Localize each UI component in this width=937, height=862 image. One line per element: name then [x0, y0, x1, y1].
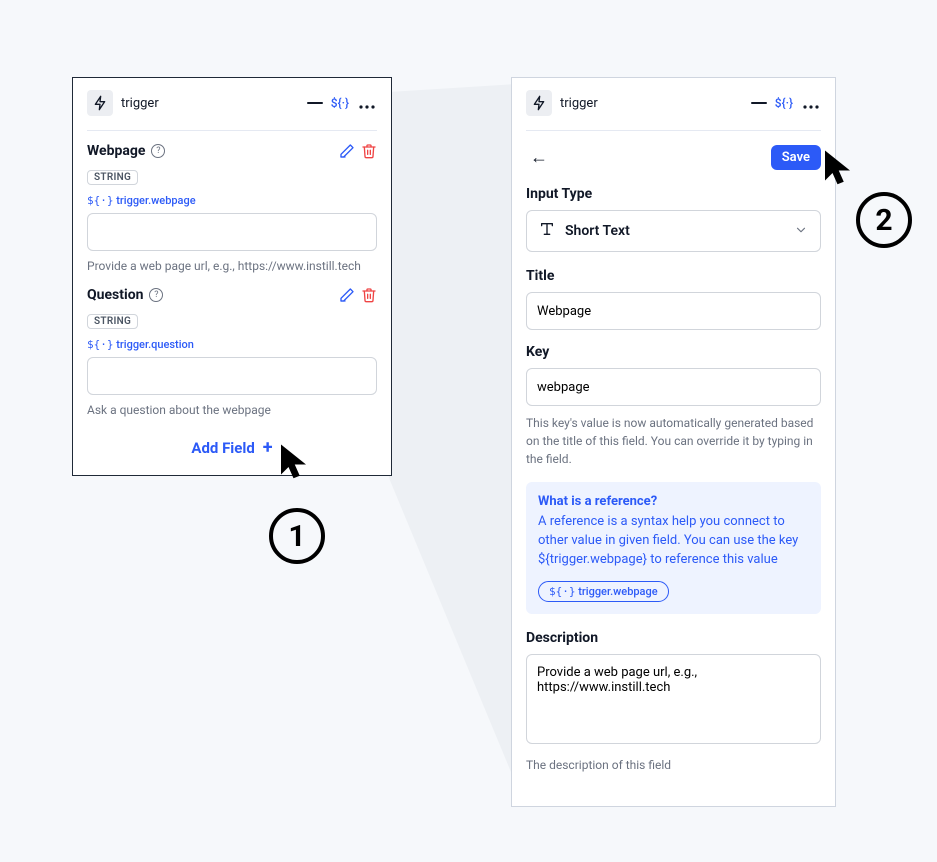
reference-info-box: What is a reference? A reference is a sy… — [526, 482, 821, 614]
panel-header: trigger ${·} — [526, 90, 821, 131]
description-group: Description The description of this fiel… — [526, 630, 821, 774]
node-name-label: trigger — [121, 96, 299, 111]
collapse-icon[interactable] — [751, 102, 767, 104]
key-label: Key — [526, 344, 821, 360]
field-header: Webpage ? — [87, 143, 377, 159]
field-hint: Provide a web page url, e.g., https://ww… — [87, 259, 377, 273]
lightning-icon — [526, 90, 552, 116]
description-hint: The description of this field — [526, 756, 821, 774]
back-save-row: ← Save — [526, 143, 821, 172]
title-group: Title — [526, 268, 821, 330]
node-name-label: trigger — [560, 96, 743, 111]
panel-header: trigger ${·} — [87, 90, 377, 131]
back-arrow-icon[interactable]: ← — [526, 143, 552, 172]
dropdown-value: Short Text — [565, 223, 784, 239]
more-menu-icon[interactable] — [357, 92, 377, 115]
reference-path: ${·} trigger.webpage — [87, 194, 196, 207]
reference-chip: ${·} trigger.webpage — [538, 581, 669, 602]
lightning-icon — [87, 90, 113, 116]
collapse-icon[interactable] — [307, 102, 323, 104]
help-icon[interactable]: ? — [149, 288, 163, 302]
edit-icon[interactable] — [339, 287, 355, 303]
plus-icon: + — [263, 439, 273, 457]
cursor-pointer-icon — [276, 442, 316, 482]
reference-info-body: A reference is a syntax help you connect… — [538, 513, 809, 570]
cursor-pointer-icon — [820, 148, 860, 188]
type-badge: STRING — [87, 170, 138, 185]
save-button[interactable]: Save — [771, 145, 821, 170]
delete-icon[interactable] — [361, 287, 377, 303]
type-badge-row: STRING — [87, 165, 377, 185]
key-input[interactable] — [526, 368, 821, 406]
text-type-icon — [539, 221, 555, 241]
title-input[interactable] — [526, 292, 821, 330]
reference-toggle[interactable]: ${·} — [331, 96, 349, 110]
type-badge-row: STRING — [87, 309, 377, 329]
trigger-panel-edit-field: trigger ${·} ← Save Input Type Short Tex… — [511, 77, 836, 807]
webpage-input[interactable] — [87, 213, 377, 251]
field-title: Question — [87, 287, 143, 303]
reference-path: ${·} trigger.question — [87, 338, 194, 351]
field-title: Webpage — [87, 143, 145, 159]
chevron-down-icon — [794, 222, 808, 241]
help-icon[interactable]: ? — [151, 144, 165, 158]
delete-icon[interactable] — [361, 143, 377, 159]
input-type-group: Input Type Short Text — [526, 186, 821, 252]
description-textarea[interactable] — [526, 654, 821, 744]
edit-icon[interactable] — [339, 143, 355, 159]
key-hint: This key's value is now automatically ge… — [526, 414, 821, 468]
callout-step-1: 1 — [269, 508, 325, 564]
field-hint: Ask a question about the webpage — [87, 403, 377, 417]
add-field-button[interactable]: Add Field + — [87, 431, 377, 457]
key-group: Key This key's value is now automaticall… — [526, 344, 821, 468]
type-badge: STRING — [87, 314, 138, 329]
input-type-label: Input Type — [526, 186, 821, 202]
field-header: Question ? — [87, 287, 377, 303]
callout-step-2: 2 — [856, 192, 912, 248]
field-question: Question ? STRING ${·} trigger.question … — [87, 287, 377, 417]
connector-wedge — [389, 84, 516, 784]
more-menu-icon[interactable] — [801, 92, 821, 115]
add-field-label: Add Field — [191, 439, 254, 457]
input-type-dropdown[interactable]: Short Text — [526, 210, 821, 252]
question-input[interactable] — [87, 357, 377, 395]
field-webpage: Webpage ? STRING ${·} trigger.webpage Pr… — [87, 143, 377, 273]
trigger-panel-fields: trigger ${·} Webpage ? — [72, 77, 392, 476]
title-label: Title — [526, 268, 821, 284]
description-label: Description — [526, 630, 821, 646]
reference-info-title: What is a reference? — [538, 494, 809, 509]
reference-toggle[interactable]: ${·} — [775, 96, 793, 110]
